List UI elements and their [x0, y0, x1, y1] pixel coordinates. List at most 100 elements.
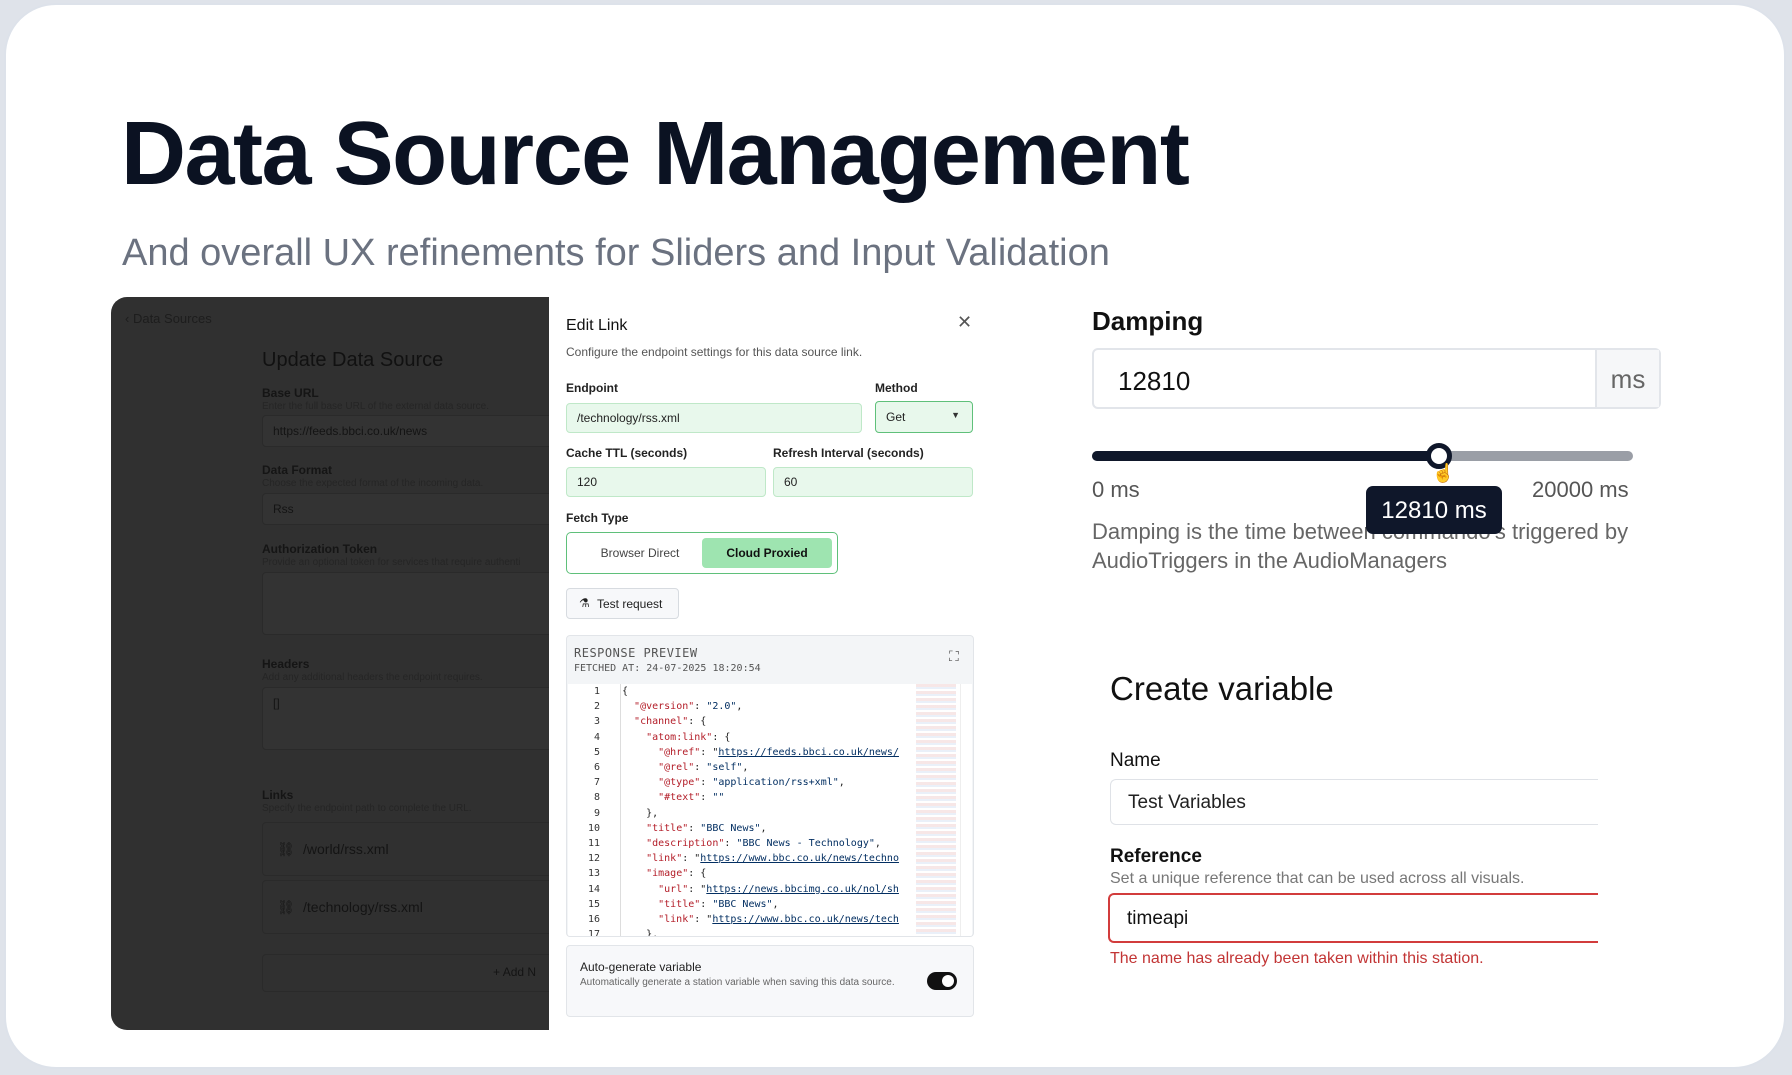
code-line: "@type": "application/rss+xml", — [658, 777, 845, 789]
fetch-option-browser-direct[interactable]: Browser Direct — [575, 538, 705, 568]
link-item[interactable]: ⛓ /world/rss.xml — [262, 822, 549, 876]
damping-unit: ms — [1595, 350, 1659, 407]
damping-slider-fill — [1092, 451, 1439, 461]
code-line-number: 15 — [587, 898, 600, 910]
code-line: "@href": "https://feeds.bbci.co.uk/news/ — [658, 746, 899, 758]
code-line-number: 16 — [587, 914, 600, 925]
name-label: Name — [1110, 750, 1161, 771]
endpoint-label: Endpoint — [566, 381, 618, 395]
auth-token-label: Authorization Token — [262, 542, 378, 556]
code-line-number: 10 — [587, 822, 600, 834]
code-viewer[interactable]: 1 {2 "@version": "2.0", 3 "channel": {4 "a… — [568, 684, 972, 936]
code-minimap[interactable] — [916, 684, 956, 936]
code-line-number: 6 — [593, 762, 600, 773]
code-gutter-divider — [620, 684, 621, 936]
code-line-number: 5 — [593, 746, 600, 758]
cache-ttl-label: Cache TTL (seconds) — [566, 446, 688, 460]
links-label: Links — [262, 788, 294, 802]
close-icon[interactable]: ✕ — [957, 312, 972, 333]
code-line-number: 4 — [593, 731, 600, 743]
method-select-value: Get — [886, 410, 906, 424]
background-title: Update Data Source — [262, 349, 444, 371]
create-variable-title: Create variable — [1110, 670, 1334, 707]
code-line: "@rel": "self", — [658, 762, 749, 773]
code-line: }, — [622, 929, 659, 936]
base-url-hint: Enter the full base URL of the external … — [262, 401, 489, 412]
test-request-button[interactable]: ⚗ Test request — [566, 588, 679, 619]
link-icon: ⛓ — [277, 841, 295, 857]
auto-generate-panel: Auto-generate variable Automatically gen… — [566, 945, 974, 1017]
code-line-number: 8 — [593, 792, 600, 804]
back-link-label: Data Sources — [132, 311, 212, 326]
reference-error: The name has already been taken within t… — [1110, 950, 1484, 967]
response-preview: RESPONSE PREVIEW FETCHED AT: 24-07-2025 … — [566, 635, 974, 937]
code-line-number: 3 — [593, 716, 600, 728]
code-line: "title": "BBC News", — [646, 822, 767, 834]
code-scrollbar[interactable] — [960, 684, 972, 936]
reference-input[interactable]: timeapi — [1108, 893, 1598, 943]
data-format-label: Data Format — [262, 463, 333, 477]
base-url-field[interactable]: https://feeds.bbci.co.uk/news — [262, 415, 549, 447]
cache-ttl-input[interactable]: 120 — [566, 467, 766, 497]
add-link-button[interactable]: + Add N — [262, 954, 549, 992]
headers-label: Headers — [262, 657, 310, 671]
link-item-label: /world/rss.xml — [303, 841, 389, 857]
code-line: "atom:link": { — [646, 731, 731, 743]
data-format-select[interactable]: Rss — [262, 493, 549, 525]
code-line-number: 11 — [587, 838, 600, 849]
auth-token-field[interactable] — [262, 572, 549, 635]
base-url-label: Base URL — [262, 386, 319, 400]
code-line-number: 1 — [593, 686, 600, 697]
fullscreen-icon[interactable]: ⛶ — [949, 648, 959, 665]
test-request-label: Test request — [597, 597, 663, 611]
modal-description: Configure the endpoint settings for this… — [566, 345, 863, 359]
code-line-number: 12 — [587, 853, 600, 865]
auto-generate-description: Automatically generate a station variabl… — [580, 977, 895, 988]
hand-cursor-icon: ☝ — [1432, 463, 1455, 483]
code-line: "url": "https://news.bbcimg.co.uk/nol/sh — [658, 883, 899, 895]
damping-input[interactable]: 12810 — [1118, 366, 1190, 397]
endpoint-input[interactable]: /technology/rss.xml — [566, 403, 862, 433]
chevron-down-icon: ▼ — [951, 410, 960, 420]
method-label: Method — [875, 381, 918, 395]
slider-max-label: 20000 ms — [1532, 477, 1629, 502]
code-line-number: 14 — [587, 883, 600, 895]
code-line: { — [622, 686, 629, 697]
data-format-hint: Choose the expected format of the incomi… — [262, 478, 484, 489]
back-link[interactable]: ‹ Data Sources — [125, 311, 212, 326]
reference-label: Reference — [1110, 846, 1202, 867]
headers-field[interactable]: [] — [262, 687, 549, 750]
toggle-knob — [942, 975, 954, 987]
fetch-type-toggle: Browser Direct Cloud Proxied — [566, 532, 838, 574]
auto-generate-toggle[interactable] — [927, 972, 957, 990]
response-title: RESPONSE PREVIEW — [574, 646, 698, 660]
reference-hint: Set a unique reference that can be used … — [1110, 870, 1525, 887]
response-fetched-at: FETCHED AT: 24-07-2025 18:20:54 — [574, 663, 761, 674]
headers-hint: Add any additional headers the endpoint … — [262, 672, 483, 683]
fetch-option-cloud-proxied[interactable]: Cloud Proxied — [702, 538, 832, 568]
code-line: "@version": "2.0", — [634, 701, 743, 713]
page-subtitle: And overall UX refinements for Sliders a… — [122, 232, 1110, 274]
code-line-number: 2 — [593, 701, 600, 713]
code-line: "title": "BBC News", — [658, 898, 779, 910]
link-item[interactable]: ⛓ /technology/rss.xml — [262, 880, 549, 934]
refresh-interval-label: Refresh Interval (seconds) — [773, 446, 924, 460]
code-line: }, — [622, 807, 659, 819]
add-link-label: Add N — [502, 965, 537, 979]
code-line: "image": { — [646, 868, 707, 880]
code-line: "link": "https://www.bbc.co.uk/news/tech… — [646, 853, 899, 865]
link-item-label: /technology/rss.xml — [303, 899, 423, 915]
code-line: "link": "https://www.bbc.co.uk/news/tech — [658, 914, 899, 925]
links-hint: Specify the endpoint path to complete th… — [262, 803, 472, 814]
auth-token-hint: Provide an optional token for services t… — [262, 557, 521, 568]
edit-link-modal: Edit Link ✕ Configure the endpoint setti… — [549, 297, 980, 1030]
method-select[interactable]: Get ▼ — [875, 401, 973, 433]
damping-slider-track[interactable] — [1092, 451, 1633, 461]
code-line: "#text": "" — [658, 792, 725, 804]
refresh-interval-input[interactable]: 60 — [773, 467, 973, 497]
damping-label: Damping — [1092, 306, 1204, 336]
page-title: Data Source Management — [121, 104, 1190, 204]
background-page: ‹ Data Sources Update Data Source Base U… — [111, 297, 549, 1030]
name-input[interactable]: Test Variables — [1110, 779, 1598, 825]
code-line-number: 13 — [587, 868, 600, 880]
